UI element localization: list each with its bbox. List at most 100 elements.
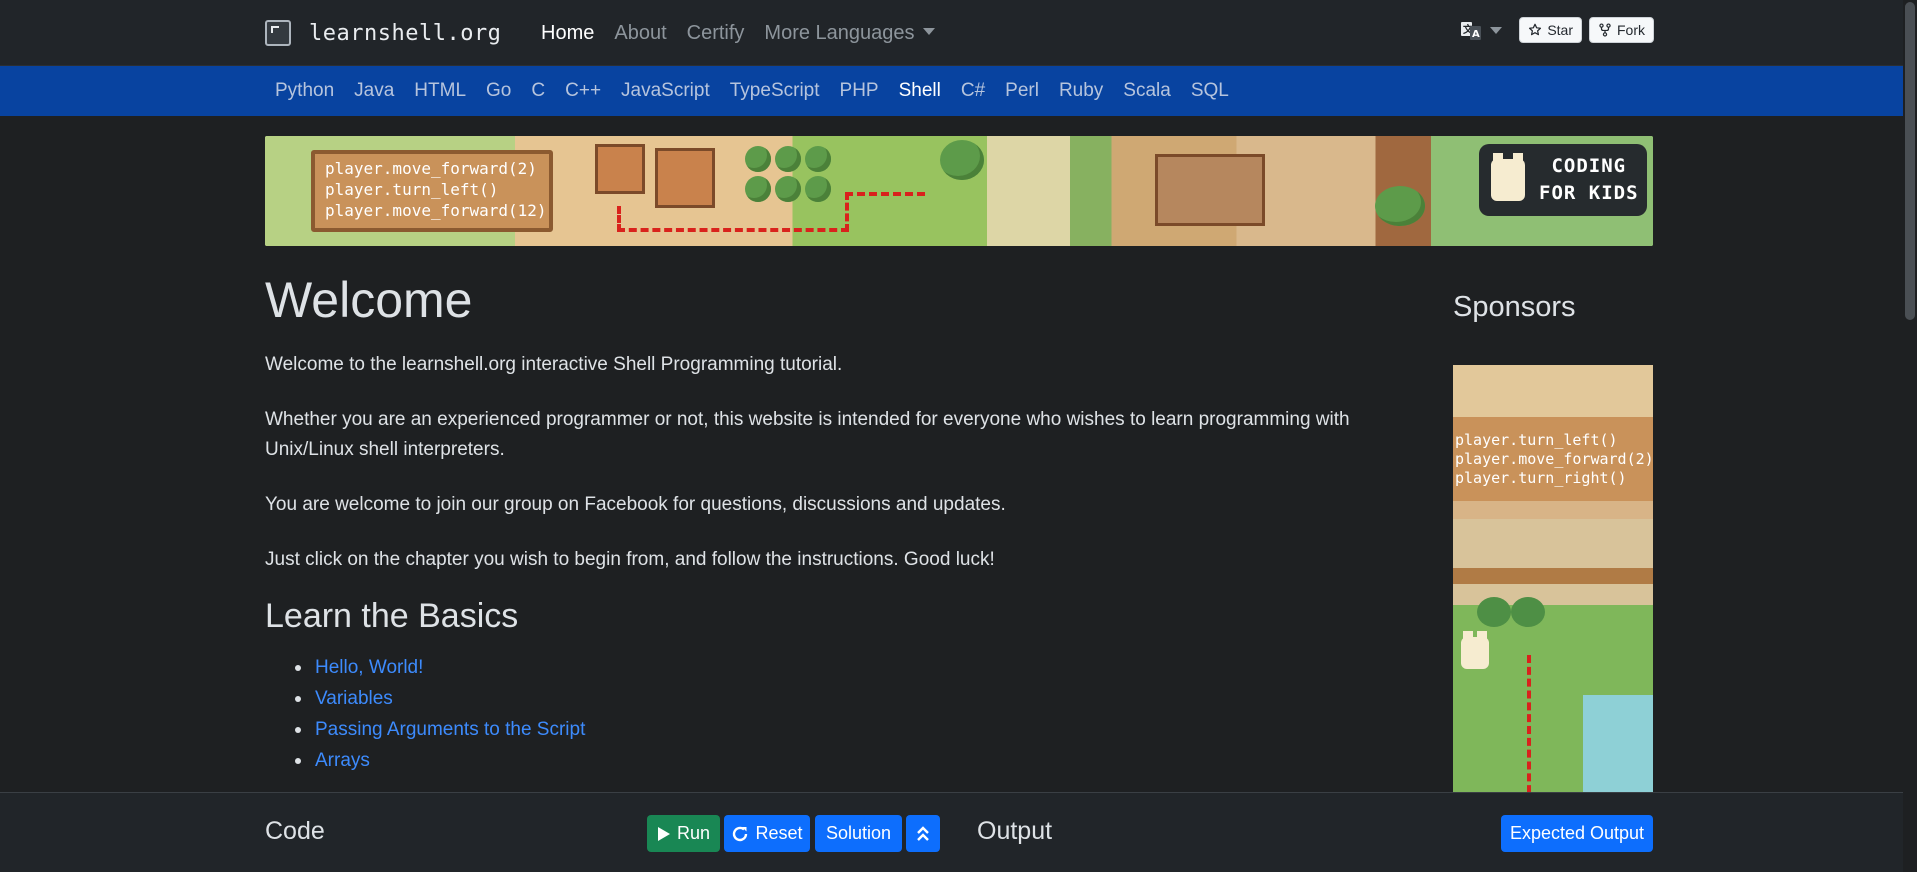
chapter-link-variables[interactable]: Variables [315, 688, 393, 709]
nav-more-languages-dropdown[interactable]: More Languages [754, 18, 944, 48]
lang-java[interactable]: Java [344, 80, 404, 102]
terminal-icon [265, 20, 291, 46]
intro-paragraph: Welcome to the learnshell.org interactiv… [265, 354, 843, 375]
solution-label: Solution [825, 823, 892, 843]
lang-go[interactable]: Go [476, 80, 521, 102]
language-bar: Python Java HTML Go C C++ JavaScript Typ… [0, 66, 1917, 116]
lang-perl[interactable]: Perl [995, 80, 1049, 102]
sponsor-fence [1453, 568, 1653, 584]
lang-cpp[interactable]: C++ [555, 80, 611, 102]
banner-code-sign: player.move_forward(2) player.turn_left(… [311, 150, 553, 232]
banner-tree [745, 176, 771, 202]
banner-house [1155, 154, 1265, 226]
nav-more-languages-label: More Languages [764, 22, 915, 44]
sponsor-code-box: player.turn_left() player.move_forward(2… [1453, 417, 1653, 501]
sponsor-bush [1511, 597, 1545, 627]
sponsor-bush [1477, 597, 1511, 627]
sponsor-code-line: player.move_forward(2) [1455, 450, 1653, 468]
reset-label: Reset [755, 823, 803, 843]
brand-link[interactable]: learnshell.org [265, 19, 501, 47]
github-fork-label: Fork [1617, 22, 1645, 38]
top-right-tools: 文 A Star Fork [1460, 17, 1654, 43]
intro-paragraph: Whether you are an experienced programme… [265, 409, 1350, 460]
lang-typescript[interactable]: TypeScript [720, 80, 830, 102]
cat-mascot-icon [1461, 631, 1489, 669]
badge-line: FOR KIDS [1539, 182, 1639, 204]
banner-tree [745, 146, 771, 172]
banner-house [655, 148, 715, 208]
sponsor-ad-background [1453, 365, 1653, 417]
chevron-down-icon [1490, 26, 1503, 34]
run-button[interactable]: Run [647, 815, 720, 852]
sponsor-ad[interactable]: player.turn_left() player.move_forward(2… [1453, 365, 1653, 805]
banner-code-line: player.turn_left() [325, 180, 499, 199]
list-item: Hello, World! [295, 652, 1415, 683]
coding-for-kids-banner[interactable]: player.move_forward(2) player.turn_left(… [265, 136, 1653, 246]
reset-button[interactable]: Reset [724, 815, 810, 852]
lang-sql[interactable]: SQL [1181, 80, 1239, 102]
banner-tree [805, 146, 831, 172]
list-item: Passing Arguments to the Script [295, 714, 1415, 745]
run-label: Run [676, 823, 711, 843]
main-nav: Home About Certify More Languages [531, 18, 945, 48]
lang-javascript[interactable]: JavaScript [611, 80, 720, 102]
nav-home[interactable]: Home [531, 18, 604, 48]
chapter-link-passing-arguments[interactable]: Passing Arguments to the Script [315, 719, 585, 740]
banner-tree [940, 140, 984, 180]
chevrons-up-icon [917, 825, 929, 841]
banner-tree [805, 176, 831, 202]
solution-button[interactable]: Solution [815, 815, 902, 852]
chevron-down-icon [922, 28, 935, 35]
sponsor-path-dashes [1501, 655, 1531, 805]
lang-scala[interactable]: Scala [1113, 80, 1181, 102]
lang-ruby[interactable]: Ruby [1049, 80, 1113, 102]
page-scrollbar[interactable] [1903, 0, 1917, 872]
badge-line: CODING [1551, 155, 1627, 177]
expected-output-button[interactable]: Expected Output [1501, 815, 1653, 852]
banner-tree [775, 146, 801, 172]
list-item: Arrays [295, 745, 1415, 776]
sponsor-code-line: player.turn_left() [1455, 431, 1618, 449]
language-links: Python Java HTML Go C C++ JavaScript Typ… [265, 66, 1239, 116]
banner-tree [1375, 186, 1425, 226]
expected-output-label: Expected Output [1509, 823, 1645, 843]
lang-csharp[interactable]: C# [951, 80, 995, 102]
brand-name: learnshell.org [309, 20, 502, 46]
chapter-link-arrays[interactable]: Arrays [315, 750, 370, 771]
banner-tree [775, 176, 801, 202]
banner-code-line: player.move_forward(2) [325, 159, 537, 178]
lang-c[interactable]: C [521, 80, 555, 102]
top-navbar: learnshell.org Home About Certify More L… [0, 0, 1917, 66]
nav-about[interactable]: About [604, 18, 676, 48]
chapter-link-hello-world[interactable]: Hello, World! [315, 657, 423, 678]
github-fork-button[interactable]: Fork [1589, 17, 1654, 43]
sponsor-water [1583, 695, 1653, 805]
refresh-icon [733, 826, 748, 841]
github-star-button[interactable]: Star [1519, 17, 1582, 43]
star-icon [1529, 23, 1542, 36]
banner-house [595, 144, 645, 194]
code-panel-label: Code [265, 817, 325, 845]
banner-code-line: player.move_forward(12) [325, 201, 547, 220]
section-title: Learn the Basics [265, 597, 519, 635]
output-panel-label: Output [977, 817, 1053, 845]
page-title: Welcome [265, 272, 473, 328]
fork-icon [1599, 23, 1611, 37]
badge-text: CODING FOR KIDS [1539, 153, 1639, 207]
lang-python[interactable]: Python [265, 80, 344, 102]
play-icon [657, 826, 670, 841]
sponsors-panel: Sponsors player.turn_left() player.move_… [1453, 285, 1653, 805]
lang-html[interactable]: HTML [404, 80, 476, 102]
github-star-label: Star [1547, 22, 1573, 38]
translate-dropdown[interactable]: 文 A [1460, 19, 1503, 41]
translate-icon: 文 A [1461, 22, 1482, 40]
lang-php[interactable]: PHP [830, 80, 889, 102]
scrollbar-thumb[interactable] [1905, 2, 1915, 320]
intro-paragraph: Just click on the chapter you wish to be… [265, 549, 995, 570]
chapter-list: Hello, World! Variables Passing Argument… [265, 652, 1415, 776]
lang-shell[interactable]: Shell [889, 80, 951, 102]
expand-panel-button[interactable] [906, 815, 940, 852]
nav-certify[interactable]: Certify [677, 18, 755, 48]
sponsor-band [1453, 501, 1653, 519]
main-content: Welcome Welcome to the learnshell.org in… [265, 270, 1415, 776]
